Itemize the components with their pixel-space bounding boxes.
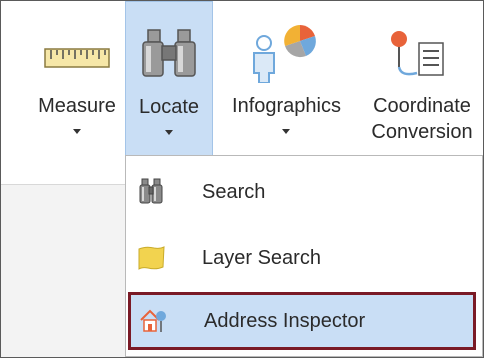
- locate-dropdown-screenshot: Measure Locate Infographics Coordinate C…: [0, 0, 484, 358]
- menu-item-layer-search[interactable]: Layer Search: [126, 230, 482, 286]
- measure-button[interactable]: Measure: [29, 1, 125, 184]
- ruler-icon: [29, 23, 125, 83]
- menu-item-search[interactable]: Search: [126, 164, 482, 220]
- conversion-label: Conversion: [371, 121, 473, 143]
- locate-dropdown-menu: Search Layer Search Address Inspector: [125, 155, 483, 357]
- binoculars-icon: [126, 24, 212, 84]
- person-pie-icon: [214, 23, 359, 84]
- coordinate-label: Coordinate: [373, 95, 471, 117]
- menu-item-label: Layer Search: [202, 247, 321, 269]
- chevron-down-icon[interactable]: [29, 125, 125, 139]
- infographics-label: Infographics: [232, 95, 341, 117]
- layer-polygon-icon: [136, 243, 166, 273]
- house-pin-icon: [138, 306, 168, 336]
- menu-item-label: Search: [202, 181, 266, 203]
- locate-label: Locate: [138, 96, 200, 118]
- measure-label: Measure: [38, 95, 116, 117]
- coordinate-conversion-icon: [361, 23, 483, 83]
- menu-item-label: Address Inspector: [204, 310, 366, 332]
- chevron-down-icon[interactable]: [214, 125, 359, 139]
- chevron-down-icon[interactable]: [126, 126, 212, 140]
- binoculars-icon: [136, 177, 166, 207]
- menu-item-address-inspector[interactable]: Address Inspector: [128, 292, 476, 350]
